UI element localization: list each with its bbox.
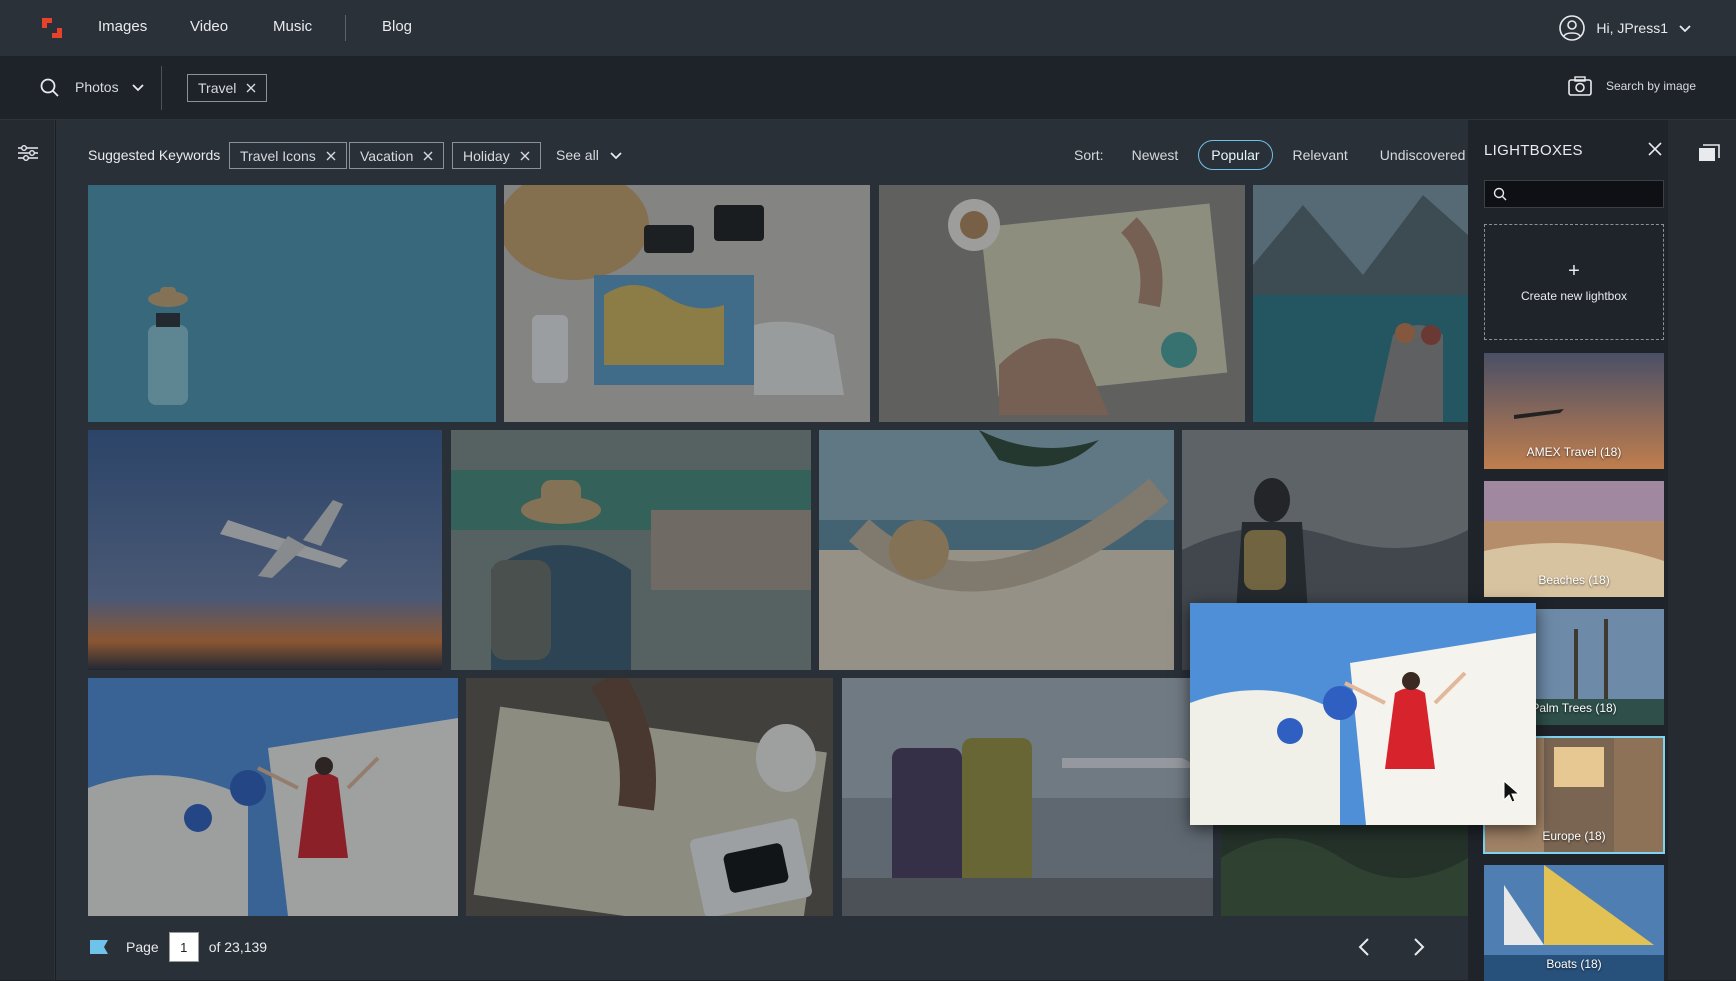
nav-divider — [345, 15, 346, 41]
lightboxes-title: LIGHTBOXES — [1484, 142, 1583, 159]
tile-overlay — [819, 430, 1174, 670]
flag-icon[interactable] — [88, 939, 110, 955]
nav-music[interactable]: Music — [273, 18, 312, 35]
page-label: Page — [126, 939, 159, 955]
see-all-label: See all — [556, 147, 599, 163]
mouse-cursor-icon — [1503, 780, 1519, 803]
image-tile-map-pointing[interactable] — [466, 678, 833, 916]
nav-blog[interactable]: Blog — [382, 18, 412, 35]
media-type-label: Photos — [75, 79, 119, 95]
lightbox-amex-travel[interactable]: AMEX Travel (18) — [1484, 353, 1664, 469]
page-total: of 23,139 — [208, 939, 268, 955]
nav-video[interactable]: Video — [190, 18, 228, 35]
sort-popular[interactable]: Popular — [1198, 140, 1273, 170]
top-navigation: Images Video Music Blog Hi, JPress1 — [0, 0, 1736, 56]
tile-overlay — [1253, 185, 1468, 422]
page-number-input[interactable]: 1 — [168, 932, 199, 962]
tile-overlay — [842, 678, 1213, 916]
search-bar: Photos Travel Search by image — [0, 56, 1736, 120]
lightbox-label: Boats (18) — [1546, 957, 1602, 971]
chevron-right-icon — [1414, 938, 1425, 956]
query-chip-label: Travel — [198, 80, 237, 96]
tile-overlay — [88, 430, 442, 670]
previous-page-button[interactable] — [1349, 932, 1379, 962]
tile-overlay — [879, 185, 1245, 422]
drag-preview-image — [1190, 603, 1536, 825]
chevron-down-icon — [131, 84, 144, 92]
image-tile-airport-luggage[interactable] — [842, 678, 1213, 916]
tile-overlay — [451, 430, 811, 670]
suggested-keywords-label: Suggested Keywords — [88, 147, 221, 163]
lightbox-label: AMEX Travel (18) — [1526, 445, 1622, 459]
camera-icon — [1568, 76, 1592, 96]
user-greeting: Hi, JPress1 — [1596, 20, 1668, 36]
tile-overlay — [504, 185, 870, 422]
create-lightbox-label: Create new lightbox — [1520, 289, 1628, 303]
sort-controls: Sort: Newest Popular Relevant Undiscover… — [1074, 140, 1485, 170]
tile-overlay — [88, 185, 496, 422]
sort-newest[interactable]: Newest — [1120, 141, 1191, 169]
pagination: Page 1 of 23,139 — [88, 932, 267, 962]
search-by-image-button[interactable]: Search by image — [1568, 76, 1696, 96]
keyword-chip-label: Holiday — [463, 147, 510, 164]
left-rail — [0, 120, 55, 980]
user-avatar-icon — [1559, 15, 1586, 41]
lightbox-search-input[interactable] — [1484, 180, 1664, 208]
image-tile-map-planning[interactable] — [879, 185, 1245, 422]
image-tile-travel-flatlay[interactable] — [504, 185, 870, 422]
search-by-image-label: Search by image — [1605, 79, 1696, 93]
chevron-left-icon — [1358, 938, 1369, 956]
see-all-keywords-button[interactable]: See all — [556, 147, 623, 163]
keyword-chip-travel-icons[interactable]: Travel Icons — [229, 142, 347, 169]
search-icon — [1493, 187, 1507, 201]
close-icon[interactable] — [326, 151, 336, 161]
close-icon[interactable] — [423, 151, 433, 161]
right-rail — [1668, 120, 1736, 980]
plus-icon: + — [1568, 260, 1580, 282]
close-icon[interactable] — [246, 83, 256, 93]
sort-undiscovered[interactable]: Undiscovered — [1368, 141, 1478, 169]
lightbox-toggle-icon[interactable] — [1698, 144, 1720, 162]
lightbox-label: Europe (18) — [1542, 829, 1606, 843]
next-page-button[interactable] — [1404, 932, 1434, 962]
image-tile-santorini-woman[interactable] — [88, 678, 458, 916]
keyword-chip-holiday[interactable]: Holiday — [452, 142, 541, 169]
media-type-dropdown[interactable]: Photos — [75, 79, 145, 95]
image-tile-mountain-lake[interactable] — [1253, 185, 1468, 422]
lightbox-label: Beaches (18) — [1538, 573, 1610, 587]
lightbox-boats[interactable]: Boats (18) — [1484, 865, 1664, 981]
keyword-chip-label: Vacation — [360, 147, 414, 164]
image-tile-suitcase[interactable] — [88, 185, 496, 422]
user-menu[interactable]: Hi, JPress1 — [1558, 14, 1692, 42]
create-lightbox-button[interactable]: + Create new lightbox — [1484, 224, 1664, 340]
search-divider — [161, 66, 162, 110]
close-icon[interactable] — [1648, 142, 1662, 156]
search-icon[interactable] — [40, 78, 60, 98]
tile-overlay — [466, 678, 833, 916]
results-area: Suggested Keywords Travel Icons Vacation… — [56, 120, 1468, 980]
nav-images[interactable]: Images — [98, 18, 147, 35]
drag-preview-santorini — [1190, 603, 1536, 825]
chevron-down-icon — [1679, 25, 1691, 33]
sort-label: Sort: — [1074, 147, 1104, 163]
lightbox-beaches[interactable]: Beaches (18) — [1484, 481, 1664, 597]
image-tile-backpacker-street[interactable] — [451, 430, 811, 670]
image-tile-airplane-sunset[interactable] — [88, 430, 442, 670]
image-tile-beach-hammock[interactable] — [819, 430, 1174, 670]
keyword-chip-vacation[interactable]: Vacation — [349, 142, 445, 169]
lightboxes-panel: LIGHTBOXES + Create new lightbox AMEX Tr… — [1468, 120, 1668, 981]
tile-overlay — [88, 678, 458, 916]
search-query-chip[interactable]: Travel — [187, 74, 268, 102]
close-icon[interactable] — [520, 151, 530, 161]
keyword-chip-label: Travel Icons — [240, 147, 316, 164]
filter-sliders-icon[interactable] — [17, 144, 39, 162]
shutterstock-logo-icon[interactable] — [38, 14, 66, 42]
sort-relevant[interactable]: Relevant — [1281, 141, 1360, 169]
chevron-down-icon — [610, 152, 622, 160]
